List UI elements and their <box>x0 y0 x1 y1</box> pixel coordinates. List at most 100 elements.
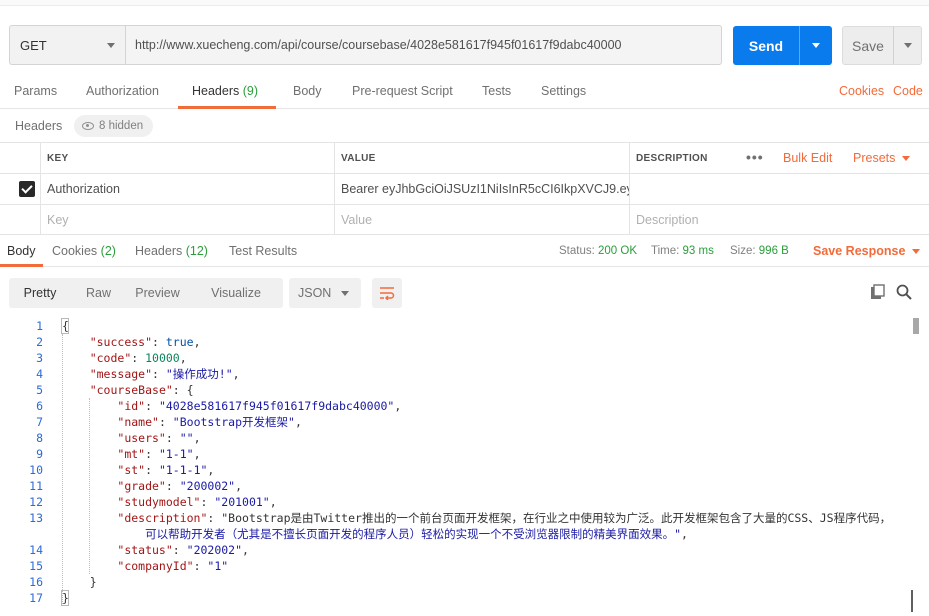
presets-dropdown[interactable]: Presets <box>853 143 911 173</box>
tab-headers[interactable]: Headers (9) <box>192 73 258 109</box>
column-header-value: VALUE <box>334 143 629 173</box>
copy-icon[interactable] <box>870 284 886 300</box>
line-number: 1 <box>36 319 43 333</box>
code-line: "users": "", <box>117 431 201 445</box>
wrap-lines-icon <box>380 287 395 300</box>
save-response-dropdown[interactable]: Save Response <box>813 235 921 267</box>
url-input[interactable]: http://www.xuecheng.com/api/course/cours… <box>125 25 722 65</box>
chevron-down-icon <box>902 156 911 162</box>
tab-response-cookies-count: (2) <box>100 244 116 258</box>
tab-response-headers-count: (12) <box>185 244 208 258</box>
vertical-scrollbar-thumb[interactable] <box>913 318 919 334</box>
more-options-icon[interactable]: ••• <box>746 149 764 165</box>
view-pretty-button[interactable]: Pretty <box>9 278 71 308</box>
line-number: 13 <box>29 511 43 525</box>
time-label: Time: <box>651 245 680 257</box>
request-bar: GET http://www.xuecheng.com/api/course/c… <box>9 25 722 65</box>
table-header-row: KEY VALUE DESCRIPTION ••• Bulk Edit Pres… <box>0 142 929 173</box>
time-value[interactable]: 93 ms <box>683 245 714 257</box>
active-tab-indicator <box>178 106 276 109</box>
presets-label: Presets <box>853 151 896 165</box>
active-response-tab-indicator <box>0 264 43 267</box>
hidden-headers-toggle[interactable]: 8 hidden <box>74 115 154 137</box>
code-line: } <box>62 575 97 589</box>
view-visualize-button[interactable]: Visualize <box>189 278 283 308</box>
tab-settings[interactable]: Settings <box>541 73 586 109</box>
line-number: 11 <box>29 479 43 493</box>
hidden-headers-label: 8 hidden <box>99 120 144 132</box>
search-icon[interactable] <box>896 284 912 300</box>
new-key-input[interactable]: Key <box>40 205 334 235</box>
tab-test-results[interactable]: Test Results <box>229 235 297 267</box>
bulk-edit-link[interactable]: Bulk Edit <box>783 143 832 173</box>
new-description-input[interactable]: Description <box>629 205 929 235</box>
code-line: { <box>62 319 69 333</box>
save-response-label: Save Response <box>813 244 906 258</box>
code-line: "description": "Bootstrap是由Twitter推出的一个前… <box>117 511 892 525</box>
tab-response-headers[interactable]: Headers (12) <box>135 235 208 267</box>
save-button[interactable]: Save <box>842 26 922 65</box>
tab-headers-count: (9) <box>242 84 259 98</box>
tab-response-cookies[interactable]: Cookies (2) <box>52 235 116 267</box>
chevron-down-icon <box>912 249 921 255</box>
tab-params[interactable]: Params <box>14 73 57 109</box>
view-preview-button[interactable]: Preview <box>126 278 189 308</box>
view-mode-toolbar: Pretty Raw Preview Visualize <box>9 278 283 308</box>
method-label: GET <box>20 37 47 53</box>
code-line: "st": "1-1-1", <box>117 463 215 477</box>
headers-title: Headers <box>15 119 63 133</box>
code-lines: { "success": true, "code": 10000, "messa… <box>62 318 907 606</box>
send-button[interactable]: Send <box>733 26 832 65</box>
line-number: 3 <box>36 351 43 365</box>
wrap-lines-button[interactable] <box>372 278 402 308</box>
chevron-down-icon <box>107 42 115 48</box>
save-label: Save <box>852 37 884 54</box>
response-body-editor[interactable]: 1 2 3 4 5 6 7 8 9 10 11 12 13 14 15 16 17 { "success": t… <box>0 318 929 616</box>
table-row: Authorization Bearer eyJhbGciOiJSUzI1NiI… <box>0 173 929 204</box>
tab-pre-request-script[interactable]: Pre-request Script <box>352 73 453 109</box>
tab-response-headers-label: Headers <box>135 244 183 258</box>
line-number: 8 <box>36 431 43 445</box>
tab-response-cookies-label: Cookies <box>52 244 98 258</box>
send-label: Send <box>748 37 784 54</box>
tab-authorization[interactable]: Authorization <box>86 73 159 109</box>
code-line: 可以帮助开发者（尤其是不擅长页面开发的程序人员）轻松的实现一个不受浏览器限制的精… <box>62 527 688 541</box>
code-line: "id": "4028e581617f945f01617f9dabc40000"… <box>117 399 402 413</box>
line-number: 10 <box>29 463 43 477</box>
save-options-button[interactable] <box>894 27 921 64</box>
code-line: "mt": "1-1", <box>117 447 201 461</box>
send-options-button[interactable] <box>800 26 832 65</box>
size-readout: Size: 996 B <box>730 235 789 267</box>
new-value-input[interactable]: Value <box>334 205 629 235</box>
header-description-cell[interactable] <box>629 174 929 204</box>
headers-section: Headers 8 hidden <box>0 110 929 142</box>
tab-response-body[interactable]: Body <box>7 235 36 267</box>
line-number: 2 <box>36 335 43 349</box>
format-select[interactable]: JSON <box>289 278 361 308</box>
line-number <box>0 526 54 542</box>
time-readout: Time: 93 ms <box>651 235 714 267</box>
line-number: 9 <box>36 447 43 461</box>
header-enabled-checkbox[interactable] <box>19 181 35 197</box>
code-line: "companyId": "1" <box>117 559 229 573</box>
code-link[interactable]: Code <box>893 73 923 109</box>
view-raw-button[interactable]: Raw <box>71 278 126 308</box>
view-mode-group: Pretty Raw Preview Visualize <box>9 278 283 308</box>
size-value[interactable]: 996 B <box>759 245 789 257</box>
tab-body[interactable]: Body <box>293 73 322 109</box>
tab-tests[interactable]: Tests <box>482 73 511 109</box>
window-top-strip <box>0 0 929 6</box>
header-value-cell[interactable]: Bearer eyJhbGciOiJSUzI1NiIsInR5cCI6IkpXV… <box>334 174 629 204</box>
chevron-down-icon <box>903 43 912 48</box>
cookies-link[interactable]: Cookies <box>839 73 884 109</box>
line-number: 15 <box>29 559 43 573</box>
tab-headers-label: Headers <box>192 84 240 98</box>
line-number: 7 <box>36 415 43 429</box>
header-key-cell[interactable]: Authorization <box>40 174 334 204</box>
size-label: Size: <box>730 245 756 257</box>
status-value[interactable]: 200 OK <box>598 245 637 257</box>
code-line: "grade": "200002", <box>117 479 243 493</box>
method-select[interactable]: GET <box>9 25 125 65</box>
chevron-down-icon <box>812 43 820 48</box>
text-cursor <box>911 590 913 612</box>
